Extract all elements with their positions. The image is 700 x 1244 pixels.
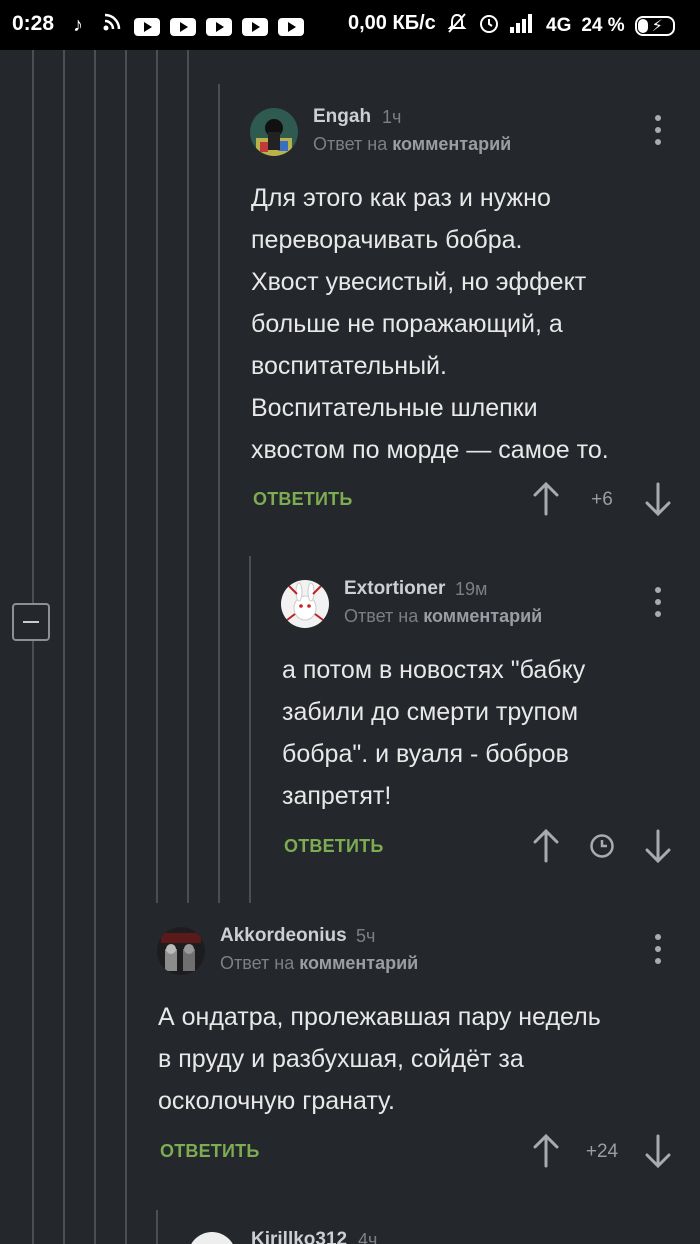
reply-prefix: Ответ на [313, 134, 388, 154]
thread-line [156, 50, 158, 903]
downvote-icon[interactable] [643, 1134, 673, 1168]
comment-rating: +24 [585, 1141, 619, 1162]
reply-button[interactable]: ОТВЕТИТЬ [284, 836, 383, 857]
upvote-icon[interactable] [531, 482, 561, 516]
reply-prefix: Ответ на [220, 953, 295, 973]
comment-author[interactable]: Kirillko312 [251, 1229, 347, 1244]
tiktok-icon: ♪ [73, 14, 83, 36]
youtube-icon [206, 17, 232, 36]
clock-icon [590, 834, 614, 858]
thread-line [218, 84, 220, 903]
comment-author[interactable]: Engah [313, 106, 371, 128]
status-bar: 0:28 ♪ 0,00 КБ/с 4G 24 % ⚡ [0, 0, 700, 50]
mute-icon [446, 12, 468, 39]
status-time: 0:28 [12, 12, 55, 35]
reply-target-link[interactable]: комментарий [423, 606, 542, 626]
alarm-icon [478, 12, 500, 39]
avatar[interactable] [157, 927, 205, 975]
downvote-icon[interactable] [643, 829, 673, 863]
comment-author[interactable]: Extortioner [344, 578, 445, 600]
comment-text: Для этого как раз и нужно переворачивать… [251, 184, 609, 464]
more-options-icon[interactable] [652, 115, 664, 145]
thread-line [94, 50, 96, 1244]
rss-icon [100, 12, 124, 38]
minus-icon [23, 621, 39, 623]
system-icons: 4G 24 % ⚡ [446, 12, 675, 39]
thread-line [249, 556, 251, 903]
comment-author[interactable]: Akkordeonius [220, 925, 347, 947]
youtube-icon [242, 17, 268, 36]
comment-rating: +6 [591, 489, 613, 510]
comment-time: 1ч [382, 107, 402, 127]
comment-text: а потом в новостях "бабку забили до смер… [282, 656, 586, 810]
thread-line [125, 50, 127, 1244]
comment-text: А ондатра, пролежавшая пару недель в пру… [158, 1003, 601, 1115]
reply-button[interactable]: ОТВЕТИТЬ [253, 489, 352, 510]
network-type: 4G [546, 14, 572, 36]
upvote-icon[interactable] [531, 1134, 561, 1168]
reply-to[interactable]: Ответ на комментарий [220, 953, 418, 974]
avatar[interactable] [188, 1232, 236, 1244]
thread-line [32, 641, 34, 1244]
notification-icons: ♪ [66, 12, 304, 38]
thread-line [63, 50, 65, 1244]
youtube-icon [278, 17, 304, 36]
battery-percent: 24 % [581, 14, 625, 36]
comment-time: 5ч [356, 926, 376, 946]
comment-time: 4ч [358, 1230, 378, 1244]
thread-line [156, 1210, 158, 1244]
avatar[interactable] [250, 108, 298, 156]
thread-line [32, 50, 34, 603]
collapse-thread-button[interactable] [12, 603, 50, 641]
downvote-icon[interactable] [643, 482, 673, 516]
more-options-icon[interactable] [652, 934, 664, 964]
reply-target-link[interactable]: комментарий [392, 134, 511, 154]
reply-to[interactable]: Ответ на комментарий [344, 606, 542, 627]
youtube-icon [170, 17, 196, 36]
youtube-icon [134, 17, 160, 36]
reply-target-link[interactable]: комментарий [299, 953, 418, 973]
reply-button[interactable]: ОТВЕТИТЬ [160, 1141, 259, 1162]
signal-icon [510, 13, 536, 38]
thread-line [187, 50, 189, 903]
comment-time: 19м [455, 579, 488, 599]
reply-to[interactable]: Ответ на комментарий [313, 134, 511, 155]
network-speed: 0,00 КБ/с [348, 12, 436, 34]
reply-prefix: Ответ на [344, 606, 419, 626]
avatar[interactable] [281, 580, 329, 628]
battery-icon: ⚡ [634, 15, 675, 36]
more-options-icon[interactable] [652, 587, 664, 617]
upvote-icon[interactable] [531, 829, 561, 863]
